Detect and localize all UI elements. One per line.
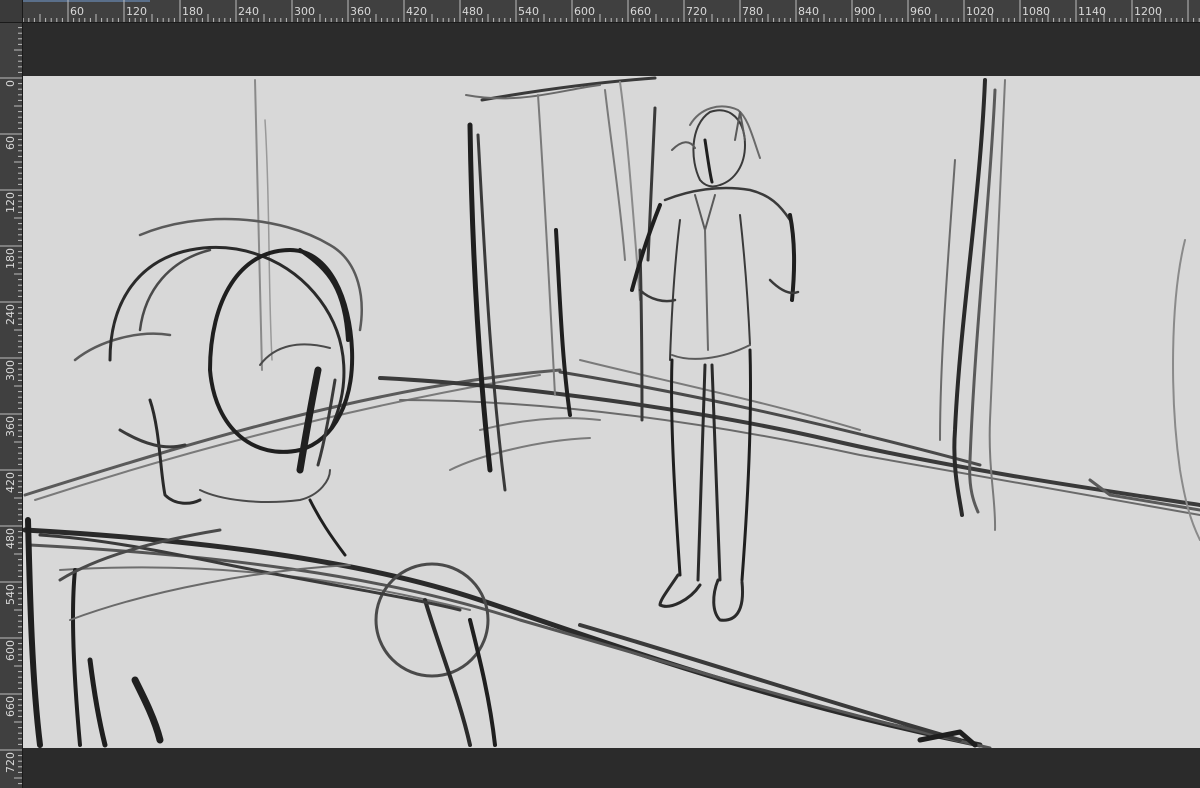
ruler-label-v: 240 — [4, 304, 17, 325]
ruler-label-v: 0 — [4, 80, 17, 87]
ruler-label-h: 840 — [798, 5, 819, 18]
ruler-label-h: 660 — [630, 5, 651, 18]
ruler-label-v: 420 — [4, 472, 17, 493]
vertical-ruler-ticks: 0 60 120 180 240 300 360 420 480 540 600 660 720 — [0, 22, 22, 785]
standing-figure — [630, 105, 800, 622]
drawing-canvas[interactable] — [23, 76, 1200, 748]
ruler-label-h: 1020 — [966, 5, 994, 18]
ruler-label-h: 120 — [126, 5, 147, 18]
ruler-label-h: 960 — [910, 5, 931, 18]
ruler-label-h: 780 — [742, 5, 763, 18]
ruler-label-h: 480 — [462, 5, 483, 18]
ruler-label-h: 1080 — [1022, 5, 1050, 18]
ruler-label-v: 60 — [4, 136, 17, 150]
horizontal-ruler-ticks: 60 120 180 240 300 360 420 480 540 600 660 720 780 84… — [11, 0, 1200, 22]
ruler-label-h: 1140 — [1078, 5, 1106, 18]
ruler-label-h: 60 — [70, 5, 84, 18]
ruler-label-v: 480 — [4, 528, 17, 549]
ruler-label-v: 720 — [4, 752, 17, 773]
ruler-label-h: 1200 — [1134, 5, 1162, 18]
ruler-label-h: 420 — [406, 5, 427, 18]
foreground-figure — [25, 217, 497, 748]
ruler-label-v: 180 — [4, 248, 17, 269]
ruler-label-h: 900 — [854, 5, 875, 18]
ruler-label-v: 540 — [4, 584, 17, 605]
ruler-corner — [0, 0, 23, 23]
background-columns — [254, 76, 1200, 541]
pasteboard-top — [23, 23, 1200, 76]
floor-lines — [23, 359, 1200, 748]
ruler-label-h: 600 — [574, 5, 595, 18]
vertical-ruler[interactable]: 0 60 120 180 240 300 360 420 480 540 600 660 720 — [0, 22, 23, 788]
ruler-label-h: 540 — [518, 5, 539, 18]
ruler-label-h: 240 — [238, 5, 259, 18]
ruler-label-v: 360 — [4, 416, 17, 437]
ruler-label-v: 660 — [4, 696, 17, 717]
horizontal-ruler[interactable]: 60 120 180 240 300 360 420 480 540 600 660 720 780 84… — [0, 0, 1200, 23]
ruler-label-h: 180 — [182, 5, 203, 18]
ruler-label-h: 720 — [686, 5, 707, 18]
ruler-label-v: 300 — [4, 360, 17, 381]
ruler-label-v: 120 — [4, 192, 17, 213]
ruler-label-v: 600 — [4, 640, 17, 661]
sketch-layer — [23, 76, 1200, 748]
pasteboard-bottom — [23, 748, 1200, 788]
ruler-label-h: 360 — [350, 5, 371, 18]
ruler-label-h: 300 — [294, 5, 315, 18]
